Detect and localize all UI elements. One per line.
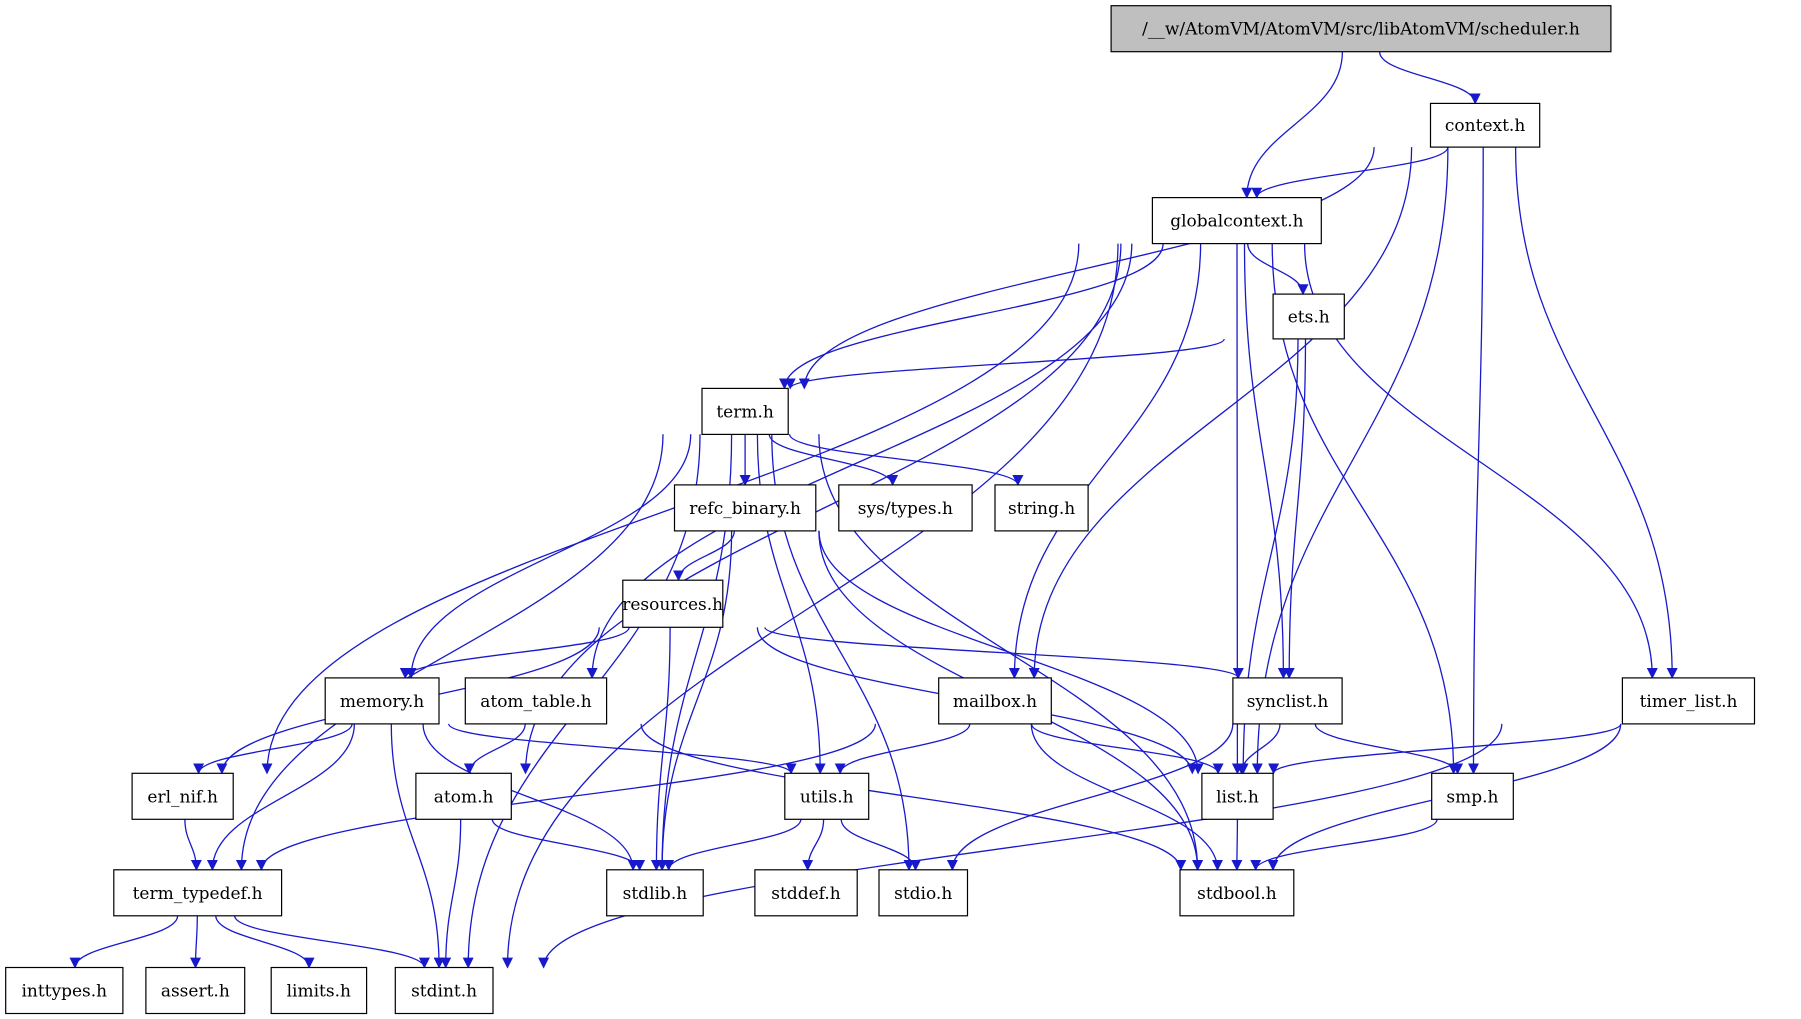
edge-globalcontext-to-ets: [1247, 243, 1309, 296]
edge-context-to-globalcontext: [1251, 146, 1449, 199]
node-erl-nif[interactable]: erl_nif.h: [131, 772, 234, 820]
edge-atom-to-stdlib: [491, 818, 646, 871]
node-stddef[interactable]: stddef.h: [754, 869, 858, 917]
edge-memory-to-utils: [448, 723, 797, 775]
node-synclist[interactable]: synclist.h: [1232, 677, 1343, 725]
edge-synclist-to-stdio: [946, 723, 1234, 871]
node-globalcontext[interactable]: globalcontext.h: [1151, 197, 1322, 245]
edge-atom_table-to-atom: [463, 723, 526, 775]
node-label: erl_nif.h: [147, 787, 218, 807]
node-inttypes[interactable]: inttypes.h: [5, 966, 124, 1015]
edge-smp-to-stdbool: [1250, 818, 1438, 871]
edge-ets-to-term: [784, 338, 1225, 390]
edge-term-to-memory: [405, 434, 692, 679]
edge-resources-to-synclist: [764, 626, 1244, 679]
edge-mailbox-to-term_typedef: [255, 723, 877, 871]
edge-mailbox-to-utils: [834, 723, 971, 775]
node-label: limits.h: [287, 981, 351, 1001]
edge-synclist-to-list: [1236, 723, 1281, 775]
node-sys-types[interactable]: sys/types.h: [838, 484, 973, 532]
node-label: term.h: [716, 402, 774, 422]
node-ets[interactable]: ets.h: [1272, 293, 1345, 340]
edge-term_typedef-to-limits: [215, 915, 315, 969]
node-label: stdbool.h: [1197, 884, 1277, 904]
node-label: stdio.h: [894, 884, 952, 904]
edge-timer_list-to-stdint: [538, 723, 1503, 969]
node-label: refc_binary.h: [689, 499, 801, 519]
node-term[interactable]: term.h: [701, 387, 789, 435]
edge-memory-to-stdint: [390, 723, 445, 969]
node-resources[interactable]: resources.h: [622, 579, 724, 628]
edge-term_typedef-to-inttypes: [69, 915, 179, 969]
node-label: sys/types.h: [858, 499, 953, 519]
node-label: inttypes.h: [21, 981, 107, 1001]
node-term-typedef[interactable]: term_typedef.h: [113, 869, 283, 917]
node-label: context.h: [1445, 116, 1525, 136]
edge-globalcontext-to-mailbox: [1008, 243, 1202, 679]
node-label: list.h: [1216, 787, 1259, 807]
node-label: string.h: [1008, 499, 1075, 519]
node-stdio[interactable]: stdio.h: [878, 869, 969, 917]
node-label: stdlib.h: [623, 884, 688, 904]
node-context[interactable]: context.h: [1429, 102, 1541, 148]
edge-synclist-to-smp: [1314, 723, 1464, 775]
edge-list-to-stdbool: [1231, 819, 1243, 871]
node-stdbool[interactable]: stdbool.h: [1179, 869, 1295, 917]
edge-erl_nif-to-term_typedef: [184, 819, 202, 871]
edge-atom-to-stdint: [440, 819, 462, 969]
node-label: timer_list.h: [1640, 692, 1738, 712]
root-node-scheduler-h[interactable]: /__w/AtomVM/AtomVM/src/libAtomVM/schedul…: [1110, 5, 1612, 53]
node-stdint[interactable]: stdint.h: [394, 966, 494, 1015]
node-assert[interactable]: assert.h: [145, 966, 246, 1015]
node-label: mailbox.h: [953, 692, 1037, 712]
node-label: stddef.h: [771, 884, 840, 904]
node-label: atom_table.h: [480, 692, 592, 712]
node-string[interactable]: string.h: [994, 484, 1089, 532]
node-list[interactable]: list.h: [1201, 772, 1274, 820]
edge-atom_table-to-stdbool: [640, 723, 1187, 871]
node-label: term_typedef.h: [133, 884, 263, 904]
node-label: smp.h: [1446, 787, 1498, 807]
edge-term_typedef-to-assert: [190, 915, 202, 969]
node-atom[interactable]: atom.h: [415, 772, 512, 820]
node-label: atom.h: [434, 787, 494, 807]
edge-globalcontext-to-term: [779, 243, 1164, 390]
node-label: assert.h: [161, 981, 230, 1001]
node-label: memory.h: [340, 692, 424, 712]
edge-globalcontext-to-stdint: [502, 243, 1119, 969]
edge-globalcontext-to-timer_list: [1303, 243, 1658, 679]
edge-utils-to-stdlib: [663, 819, 802, 871]
node-utils[interactable]: utils.h: [784, 772, 870, 820]
edge-context-to-timer_list: [1514, 147, 1678, 679]
node-label: utils.h: [800, 787, 854, 807]
edge-scheduler-to-context: [1378, 51, 1481, 105]
node-smp[interactable]: smp.h: [1431, 772, 1514, 820]
node-timer-list[interactable]: timer_list.h: [1621, 677, 1756, 725]
edge-utils-to-stddef: [802, 819, 825, 871]
edge-refc_binary-to-resources: [673, 530, 735, 582]
node-label: synclist.h: [1247, 692, 1329, 712]
node-mailbox[interactable]: mailbox.h: [938, 677, 1052, 725]
node-label: ets.h: [1288, 308, 1330, 328]
node-atom-table[interactable]: atom_table.h: [464, 677, 608, 725]
node-refc-binary[interactable]: refc_binary.h: [673, 484, 817, 532]
node-label: /__w/AtomVM/AtomVM/src/libAtomVM/schedul…: [1142, 20, 1580, 40]
node-memory[interactable]: memory.h: [324, 677, 440, 725]
node-stdlib[interactable]: stdlib.h: [606, 869, 704, 917]
include-dependency-graph: /__w/AtomVM/AtomVM/src/libAtomVM/schedul…: [5, 5, 1756, 1015]
node-limits[interactable]: limits.h: [270, 966, 368, 1015]
node-label: resources.h: [622, 595, 723, 615]
nodes-layer: /__w/AtomVM/AtomVM/src/libAtomVM/schedul…: [5, 5, 1756, 1015]
node-label: stdint.h: [411, 981, 477, 1001]
edge-ets-to-synclist: [1283, 338, 1307, 679]
node-label: globalcontext.h: [1170, 212, 1303, 232]
edge-term-to-sys_types: [768, 434, 899, 486]
